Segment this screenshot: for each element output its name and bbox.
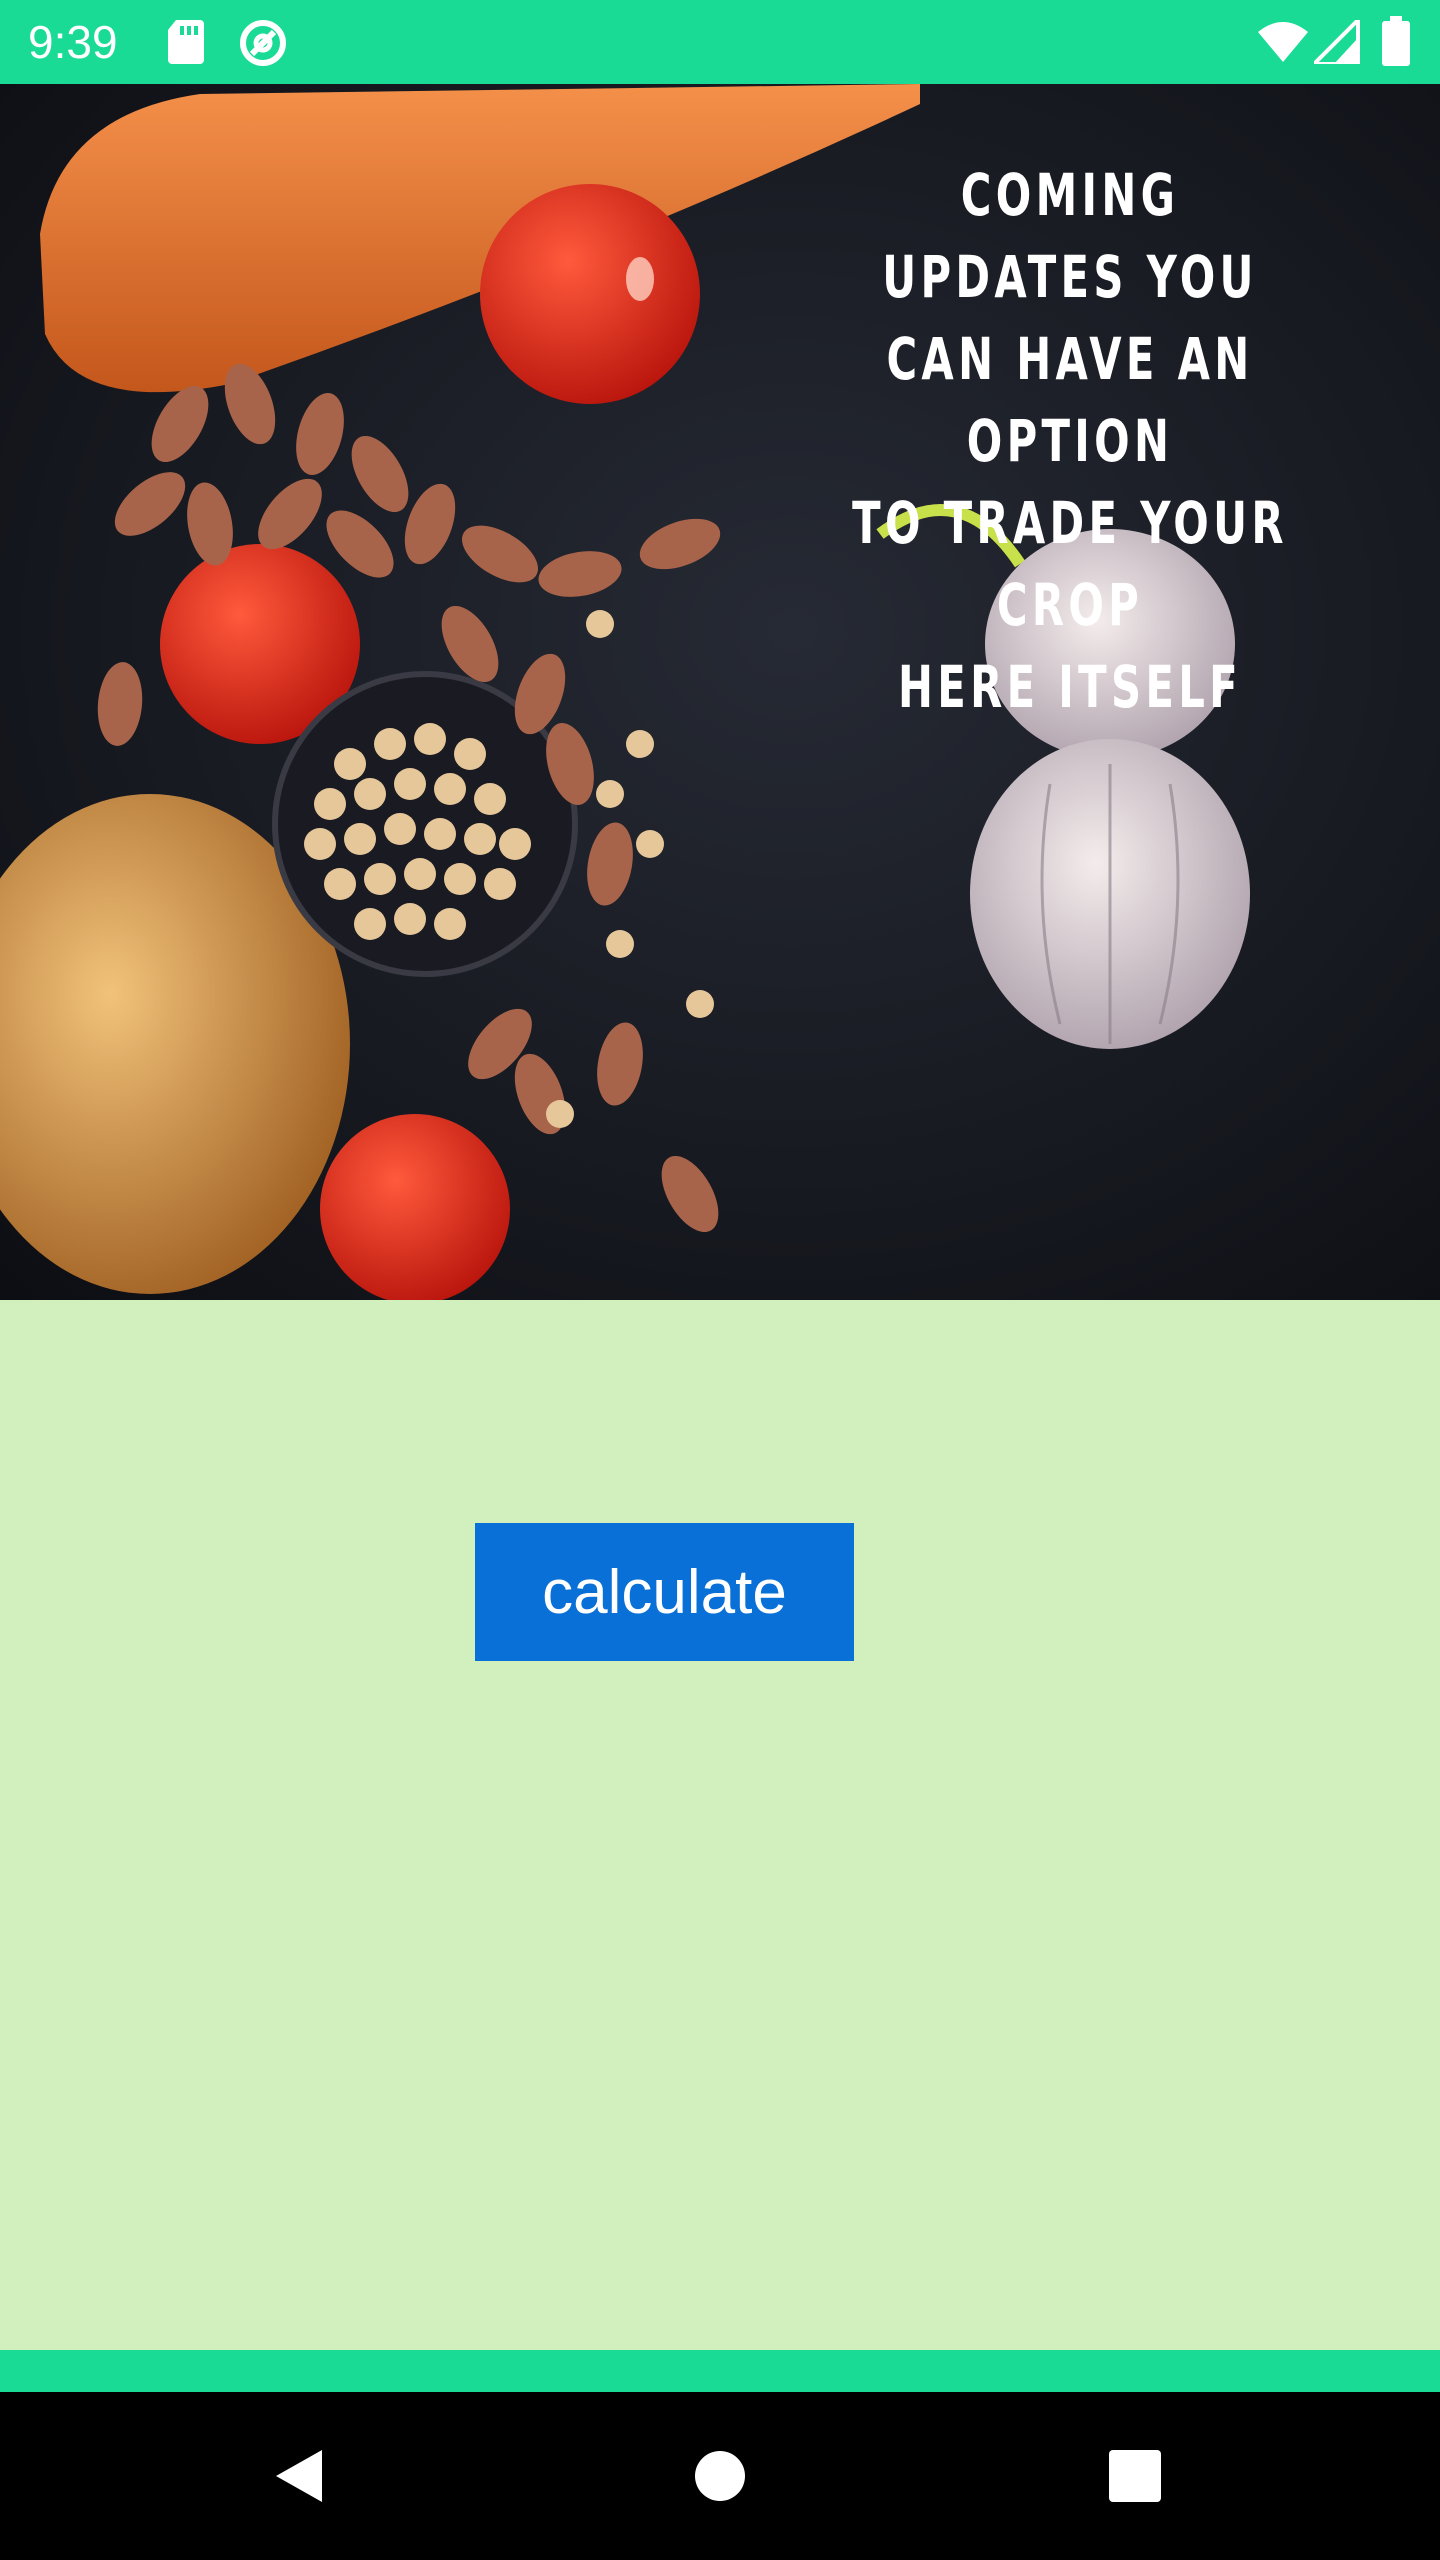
navigation-bar — [0, 2392, 1440, 2560]
sd-card-icon — [166, 20, 206, 69]
hero-caption: COMING UPDATES YOU CAN HAVE AN OPTION TO… — [852, 161, 1288, 721]
recents-icon[interactable] — [1095, 2436, 1175, 2516]
bottom-strip — [0, 2350, 1440, 2392]
hero-image: COMING UPDATES YOU CAN HAVE AN OPTION TO… — [0, 84, 1440, 1300]
sync-icon — [238, 18, 288, 73]
main-content: calculate — [0, 1300, 1440, 2350]
battery-icon — [1382, 16, 1410, 71]
cellular-signal-icon — [1309, 15, 1360, 69]
wifi-icon — [1256, 20, 1310, 69]
status-time: 9:39 — [28, 16, 118, 68]
back-icon[interactable] — [260, 2436, 340, 2516]
calculate-button[interactable]: calculate — [475, 1523, 854, 1661]
status-bar: 9:39 — [0, 0, 1440, 84]
home-icon[interactable] — [680, 2436, 760, 2516]
